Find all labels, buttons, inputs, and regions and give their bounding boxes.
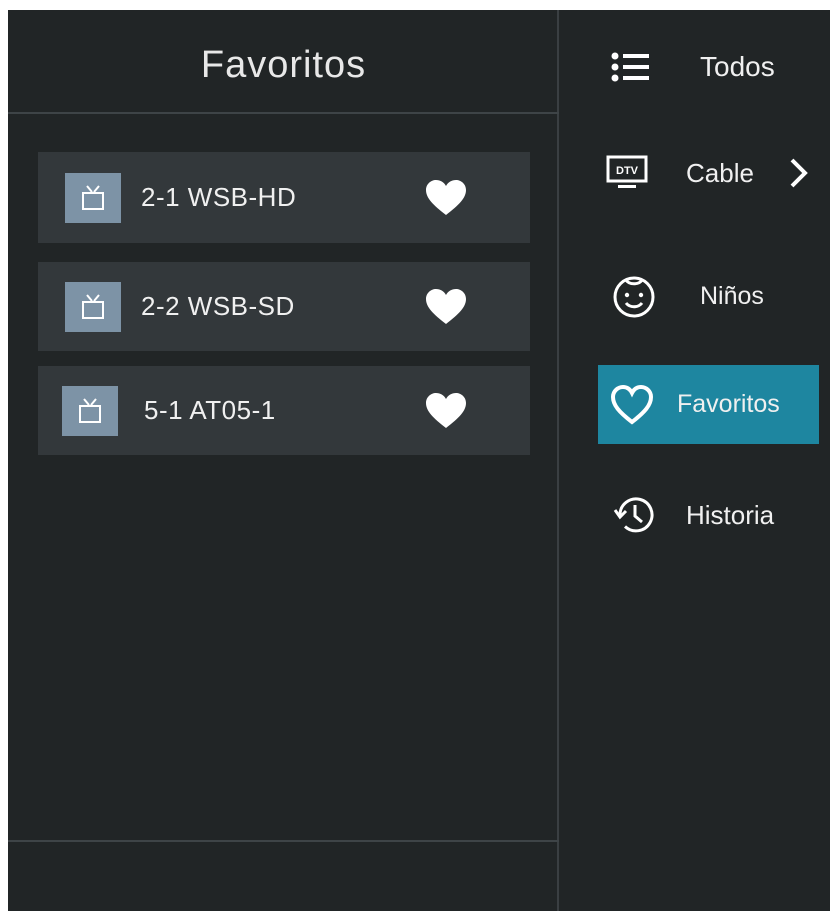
channel-row[interactable]: 2-2 WSB-SD: [38, 262, 530, 351]
category-ninos[interactable]: Niños: [599, 257, 830, 335]
category-label: Historia: [686, 499, 775, 530]
category-label: Cable: [686, 157, 754, 188]
history-icon: [611, 491, 659, 539]
tv-icon: [62, 385, 118, 436]
tv-icon: [65, 281, 121, 332]
kid-face-icon: [610, 272, 658, 320]
footer-divider: [8, 840, 559, 842]
channel-row[interactable]: 5-1 AT05-1: [38, 366, 530, 455]
channel-label: 2-2 WSB-SD: [141, 291, 295, 321]
tv-icon: [65, 172, 121, 223]
channel-label: 5-1 AT05-1: [144, 395, 276, 425]
svg-text:DTV: DTV: [616, 165, 639, 177]
panel-title: Favoritos: [200, 43, 367, 86]
category-label: Favoritos: [677, 390, 780, 418]
heart-filled-icon[interactable]: [424, 287, 468, 327]
chevron-right-icon: [790, 158, 808, 188]
dtv-icon: DTV: [603, 149, 651, 197]
category-historia[interactable]: Historia: [599, 476, 830, 554]
category-favoritos[interactable]: Favoritos: [598, 365, 819, 444]
heart-filled-icon[interactable]: [424, 178, 468, 218]
category-menu: Todos DTV Cable Niños Favoritos Historia: [561, 10, 830, 911]
category-todos[interactable]: Todos: [599, 28, 830, 106]
channel-row[interactable]: 2-1 WSB-HD: [38, 152, 530, 243]
category-label: Niños: [700, 281, 764, 310]
heart-filled-icon[interactable]: [424, 391, 468, 431]
panel-header: Favoritos: [8, 10, 559, 114]
channel-list-panel: Favoritos 2-1 WSB-HD 2-2 WSB-SD 5-1 AT05…: [8, 10, 559, 911]
category-cable[interactable]: DTV Cable: [599, 134, 830, 212]
category-label: Todos: [700, 51, 775, 82]
heart-outline-icon: [608, 381, 656, 429]
list-icon: [607, 43, 655, 91]
channel-label: 2-1 WSB-HD: [141, 182, 297, 212]
tv-screen: Favoritos 2-1 WSB-HD 2-2 WSB-SD 5-1 AT05…: [8, 10, 830, 911]
